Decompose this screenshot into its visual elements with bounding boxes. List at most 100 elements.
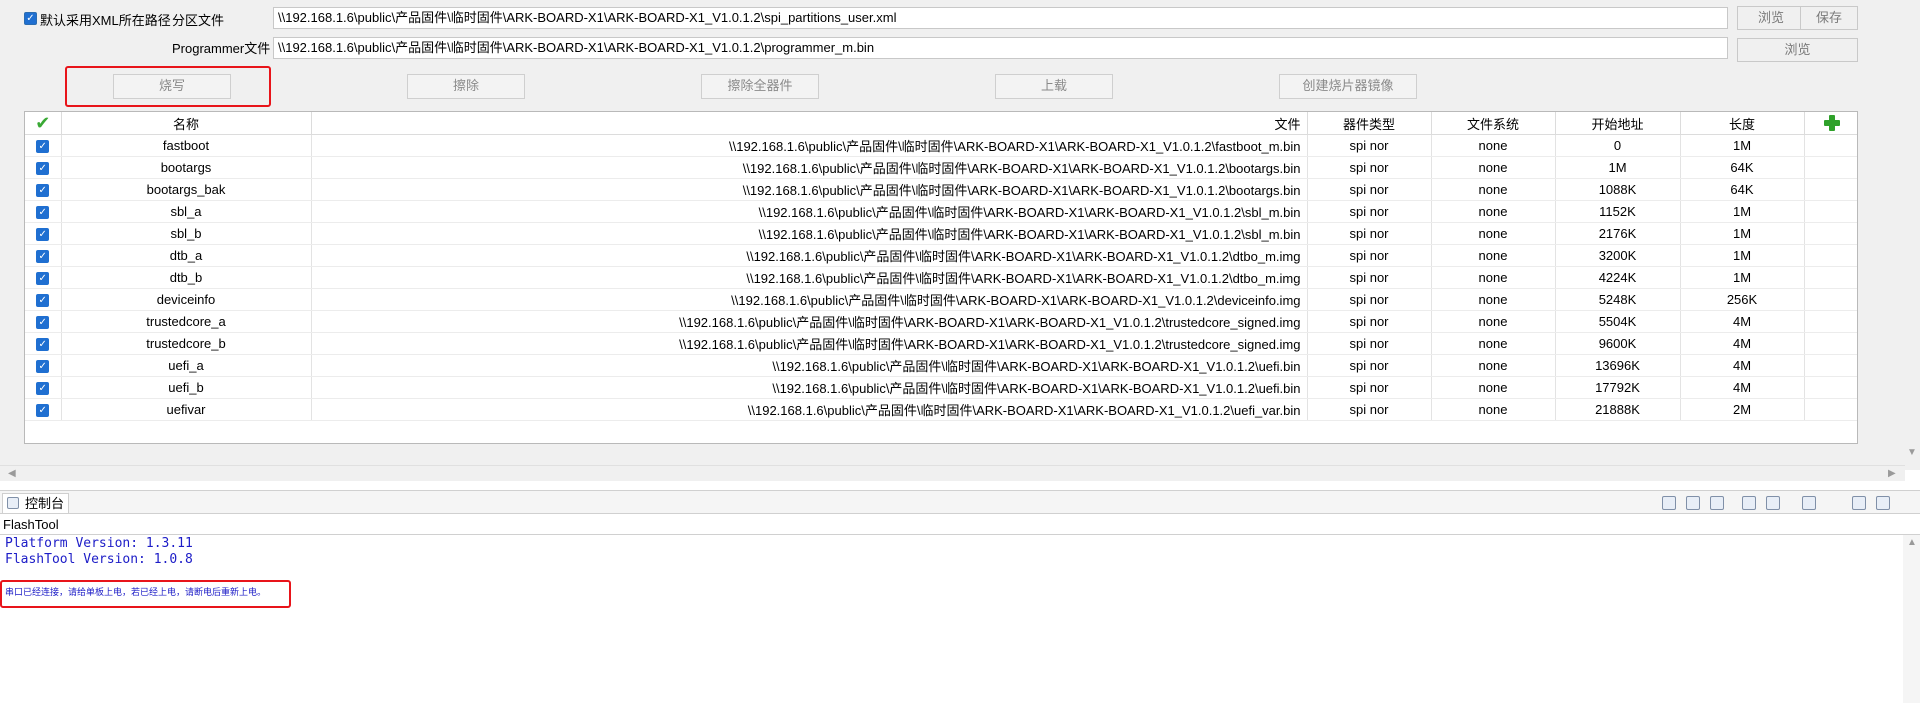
checkbox-checked-icon[interactable]: ✓ [36,162,50,176]
add-row-header[interactable] [1804,112,1857,135]
table-row[interactable]: ✓ bootargs \\192.168.1.6\public\产品固件\临时固件\… [25,156,1857,179]
cell-device-type[interactable]: spi nor [1307,178,1432,201]
cell-device-type[interactable]: spi nor [1307,244,1432,267]
cell-device-type[interactable]: spi nor [1307,376,1432,399]
table-row[interactable]: ✓ uefi_b \\192.168.1.6\public\产品固件\临时固件\AR… [25,376,1857,399]
maximize-icon[interactable] [1876,496,1890,510]
programmer-path-input[interactable]: \\192.168.1.6\public\产品固件\临时固件\ARK-BOARD… [273,37,1728,59]
cell-length[interactable]: 256K [1680,288,1805,311]
row-checkbox-cell[interactable]: ✓ [25,376,62,399]
row-checkbox-cell[interactable]: ✓ [25,288,62,311]
table-row[interactable]: ✓ dtb_a \\192.168.1.6\public\产品固件\临时固件\ARK… [25,244,1857,267]
cell-file[interactable]: \\192.168.1.6\public\产品固件\临时固件\ARK-BOARD… [311,332,1308,355]
checkbox-checked-icon[interactable]: ✓ [36,404,50,418]
row-checkbox-cell[interactable]: ✓ [25,332,62,355]
cell-filesystem[interactable]: none [1431,288,1556,311]
cell-length[interactable]: 4M [1680,332,1805,355]
vertical-scrollbar[interactable]: ▼ [1903,0,1920,465]
select-all-header[interactable]: ✔ [25,112,62,135]
cell-start-addr[interactable]: 5248K [1555,288,1681,311]
browse-partition-button[interactable]: 浏览 [1737,6,1805,30]
cell-start-addr[interactable]: 13696K [1555,354,1681,377]
cell-length[interactable]: 4M [1680,376,1805,399]
use-xml-path-checkbox[interactable]: ✓ [24,12,37,25]
row-checkbox-cell[interactable]: ✓ [25,222,62,245]
row-checkbox-cell[interactable]: ✓ [25,354,62,377]
cell-file[interactable]: \\192.168.1.6\public\产品固件\临时固件\ARK-BOARD… [311,156,1308,179]
cell-filesystem[interactable]: none [1431,332,1556,355]
checkbox-checked-icon[interactable]: ✓ [36,250,50,264]
cell-filesystem[interactable]: none [1431,156,1556,179]
cell-length[interactable]: 1M [1680,244,1805,267]
partition-path-input[interactable]: \\192.168.1.6\public\产品固件\临时固件\ARK-BOARD… [273,7,1728,29]
erase-all-button[interactable]: 擦除全器件 [701,74,819,99]
row-checkbox-cell[interactable]: ✓ [25,398,62,421]
cell-filesystem[interactable]: none [1431,222,1556,245]
cell-length[interactable]: 1M [1680,266,1805,289]
cell-device-type[interactable]: spi nor [1307,200,1432,223]
word-wrap-icon[interactable] [1710,496,1724,510]
green-check-icon[interactable]: ✔ [35,113,50,133]
cell-device-type[interactable]: spi nor [1307,398,1432,421]
cell-file[interactable]: \\192.168.1.6\public\产品固件\临时固件\ARK-BOARD… [311,200,1308,223]
row-checkbox-cell[interactable]: ✓ [25,310,62,333]
scroll-lock-icon[interactable] [1686,496,1700,510]
cell-start-addr[interactable]: 1088K [1555,178,1681,201]
display-console-icon[interactable] [1766,496,1780,510]
cell-start-addr[interactable]: 3200K [1555,244,1681,267]
table-row[interactable]: ✓ uefivar \\192.168.1.6\public\产品固件\临时固件\A… [25,398,1857,421]
erase-button[interactable]: 擦除 [407,74,525,99]
cell-filesystem[interactable]: none [1431,200,1556,223]
cell-file[interactable]: \\192.168.1.6\public\产品固件\临时固件\ARK-BOARD… [311,134,1308,157]
console-vertical-scrollbar[interactable]: ▲ [1903,535,1920,703]
checkbox-checked-icon[interactable]: ✓ [36,140,50,154]
cell-filesystem[interactable]: none [1431,376,1556,399]
cell-file[interactable]: \\192.168.1.6\public\产品固件\临时固件\ARK-BOARD… [311,222,1308,245]
row-checkbox-cell[interactable]: ✓ [25,244,62,267]
table-row[interactable]: ✓ sbl_a \\192.168.1.6\public\产品固件\临时固件\ARK… [25,200,1857,223]
cell-device-type[interactable]: spi nor [1307,266,1432,289]
checkbox-checked-icon[interactable]: ✓ [36,316,50,330]
table-row[interactable]: ✓ deviceinfo \\192.168.1.6\public\产品固件\临时固… [25,288,1857,311]
cell-start-addr[interactable]: 4224K [1555,266,1681,289]
browse-programmer-button[interactable]: 浏览 [1737,38,1858,62]
row-checkbox-cell[interactable]: ✓ [25,178,62,201]
checkbox-checked-icon[interactable]: ✓ [36,382,50,396]
checkbox-checked-icon[interactable]: ✓ [36,338,50,352]
cell-length[interactable]: 1M [1680,200,1805,223]
table-row[interactable]: ✓ bootargs_bak \\192.168.1.6\public\产品固件\临… [25,178,1857,201]
cell-file[interactable]: \\192.168.1.6\public\产品固件\临时固件\ARK-BOARD… [311,376,1308,399]
cell-file[interactable]: \\192.168.1.6\public\产品固件\临时固件\ARK-BOARD… [311,288,1308,311]
minimize-icon[interactable] [1852,496,1866,510]
cell-start-addr[interactable]: 5504K [1555,310,1681,333]
pin-console-icon[interactable] [1742,496,1756,510]
scroll-right-arrow-icon[interactable]: ▶ [1888,468,1896,479]
cell-filesystem[interactable]: none [1431,354,1556,377]
cell-filesystem[interactable]: none [1431,398,1556,421]
cell-filesystem[interactable]: none [1431,266,1556,289]
row-checkbox-cell[interactable]: ✓ [25,266,62,289]
cell-filesystem[interactable]: none [1431,244,1556,267]
cell-length[interactable]: 1M [1680,134,1805,157]
checkbox-checked-icon[interactable]: ✓ [36,272,50,286]
scroll-down-arrow-icon[interactable]: ▼ [1907,447,1917,458]
cell-length[interactable]: 4M [1680,310,1805,333]
checkbox-checked-icon[interactable]: ✓ [36,228,50,242]
row-checkbox-cell[interactable]: ✓ [25,156,62,179]
cell-length[interactable]: 2M [1680,398,1805,421]
cell-file[interactable]: \\192.168.1.6\public\产品固件\临时固件\ARK-BOARD… [311,266,1308,289]
cell-length[interactable]: 64K [1680,178,1805,201]
row-checkbox-cell[interactable]: ✓ [25,134,62,157]
upload-button[interactable]: 上载 [995,74,1113,99]
cell-length[interactable]: 1M [1680,222,1805,245]
cell-start-addr[interactable]: 17792K [1555,376,1681,399]
clear-console-icon[interactable] [1662,496,1676,510]
cell-file[interactable]: \\192.168.1.6\public\产品固件\临时固件\ARK-BOARD… [311,244,1308,267]
open-console-icon[interactable] [1802,496,1816,510]
row-checkbox-cell[interactable]: ✓ [25,200,62,223]
cell-file[interactable]: \\192.168.1.6\public\产品固件\临时固件\ARK-BOARD… [311,178,1308,201]
create-image-button[interactable]: 创建烧片器镜像 [1279,74,1417,99]
cell-device-type[interactable]: spi nor [1307,156,1432,179]
scroll-left-arrow-icon[interactable]: ◀ [8,468,16,479]
cell-device-type[interactable]: spi nor [1307,222,1432,245]
